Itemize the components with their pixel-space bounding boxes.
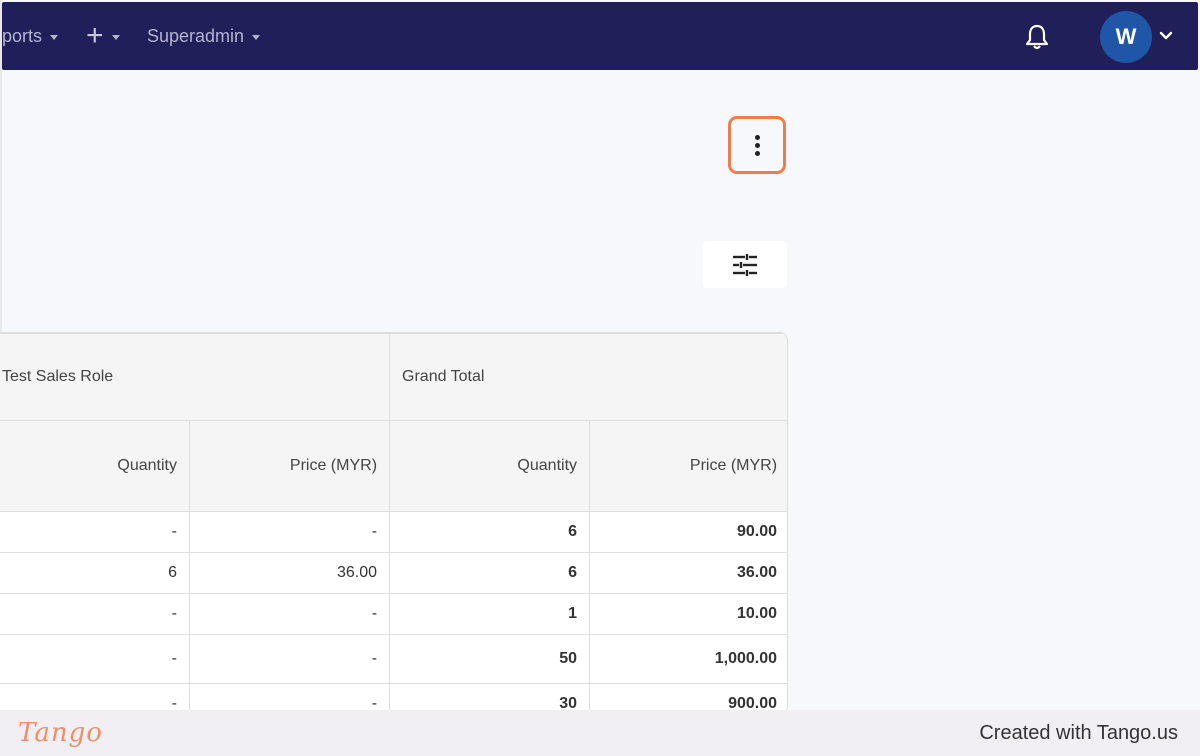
kebab-dot (754, 150, 760, 156)
notifications-bell-icon[interactable] (1020, 20, 1054, 54)
table-cell: 36.00 (589, 552, 787, 594)
table-cell: 10.00 (589, 593, 787, 635)
column-header-quantity[interactable]: Quantity (389, 420, 591, 512)
avatar-initial: W (1115, 24, 1137, 49)
more-options-button[interactable] (728, 116, 786, 174)
table-cell: 36.00 (188, 552, 391, 594)
user-avatar[interactable]: W (1100, 11, 1152, 63)
top-navbar: ports + Superadmin W (2, 2, 1198, 70)
table-row: - - 1 10.00 (0, 593, 787, 635)
nav-reports-label: ports (2, 25, 43, 46)
table-row: - - 50 1,000.00 (0, 634, 787, 684)
table-row: 6 36.00 6 36.00 (0, 552, 787, 594)
kebab-dot (754, 134, 760, 140)
sliders-icon (733, 253, 757, 276)
table-cell: - (188, 634, 391, 684)
table-cell: - (188, 593, 391, 635)
nav-superadmin-label: Superadmin (147, 25, 245, 46)
kebab-dot (754, 142, 760, 148)
group-header-grand-total: Grand Total (389, 333, 787, 421)
created-with-text: Created with Tango.us (979, 721, 1178, 744)
caret-down-icon (252, 34, 261, 40)
table-cell: 6 (389, 552, 591, 594)
table-cell: - (188, 511, 391, 553)
tango-footer: Tango Created with Tango.us (0, 710, 1200, 756)
table-row: - - 6 90.00 (0, 511, 787, 553)
nav-reports-menu[interactable]: ports (2, 2, 59, 70)
column-header-price[interactable]: Price (MYR) (188, 420, 391, 512)
column-header-quantity[interactable]: Quantity (0, 420, 190, 512)
table-cell: - (0, 511, 190, 553)
tango-logo: Tango (18, 718, 103, 748)
table-cell: 6 (389, 511, 591, 553)
caret-down-icon (50, 34, 59, 40)
table-cell: 6 (0, 552, 190, 594)
table-cell: 1 (389, 593, 591, 635)
column-header-price[interactable]: Price (MYR) (589, 420, 787, 512)
report-table: Test Sales Role Grand Total Quantity Pri… (0, 333, 787, 713)
nav-add-menu[interactable]: + (86, 2, 120, 70)
table-cell: 50 (389, 634, 591, 684)
chevron-down-icon[interactable] (1158, 28, 1174, 44)
caret-down-icon (111, 34, 120, 40)
report-table-container: Test Sales Role Grand Total Quantity Pri… (0, 332, 788, 714)
nav-superadmin-menu[interactable]: Superadmin (147, 2, 261, 70)
table-cell: 90.00 (589, 511, 787, 553)
table-cell: - (0, 593, 190, 635)
table-cell: 1,000.00 (589, 634, 787, 684)
filter-settings-button[interactable] (703, 241, 787, 288)
table-cell: - (0, 634, 190, 684)
group-header-test-sales-role: Test Sales Role (0, 333, 391, 421)
plus-icon: + (86, 19, 104, 52)
